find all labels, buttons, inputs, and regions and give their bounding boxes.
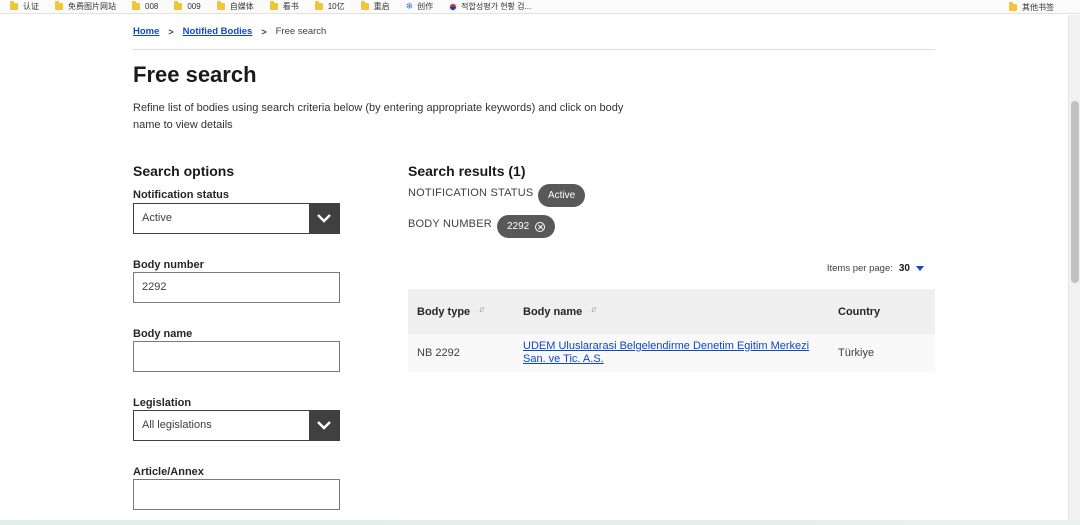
page-scrollbar[interactable] <box>1068 15 1080 520</box>
bookmark-item[interactable]: 重启 <box>360 1 390 12</box>
filter-chip-body-number[interactable]: 2292 <box>497 215 556 238</box>
chevron-right-icon: > <box>261 26 267 37</box>
column-header-body-type[interactable]: Body type <box>408 289 514 334</box>
legislation-select[interactable]: All legislations <box>133 410 340 441</box>
folder-icon <box>55 1 63 10</box>
bookmark-item[interactable]: 008 <box>132 1 158 11</box>
filter-label-body-number: BODY NUMBER <box>408 218 492 230</box>
results-table: Body type Body name Country NB 2292 UDEM… <box>408 289 935 372</box>
folder-icon <box>216 1 225 10</box>
search-results-title: Search results (1) <box>408 163 526 179</box>
folder-icon <box>132 1 140 10</box>
bookmark-item[interactable]: 009 <box>174 1 201 11</box>
divider <box>133 49 935 50</box>
chevron-right-icon: > <box>168 26 174 37</box>
caret-down-icon[interactable] <box>916 266 924 271</box>
breadcrumb-current: Free search <box>275 26 327 37</box>
legislation-label: Legislation <box>133 397 192 409</box>
items-per-page: Items per page: 30 <box>827 263 924 274</box>
bookmark-item[interactable]: 认证 <box>10 1 39 12</box>
folder-icon <box>174 1 183 10</box>
filter-chip-notification-status[interactable]: Active <box>538 184 586 207</box>
folder-icon <box>269 1 278 10</box>
folder-icon <box>1009 1 1017 11</box>
body-name-label: Body name <box>133 328 193 340</box>
page-intro: Refine list of bodies using search crite… <box>133 102 624 131</box>
scrollbar-thumb[interactable] <box>1071 101 1079 283</box>
sort-icon[interactable] <box>478 304 490 316</box>
folder-icon <box>360 1 369 10</box>
window-bottom-edge <box>0 520 1080 525</box>
bookmark-item[interactable]: 看书 <box>269 1 299 12</box>
sort-icon[interactable] <box>590 304 602 316</box>
bookmark-item[interactable]: 自媒体 <box>216 1 254 12</box>
bookmarks-bar: 认证 免费图片网站 008 009 自媒体 看书 10亿 重启 ❄ 创作 적합성평… <box>0 0 1080 14</box>
body-number-input[interactable]: 2292 <box>133 272 340 303</box>
filter-label-notification-status: NOTIFICATION STATUS <box>408 187 534 199</box>
chevron-down-icon[interactable] <box>309 204 339 233</box>
notification-status-value: Active <box>142 212 172 224</box>
notification-status-label: Notification status <box>133 189 229 201</box>
bookmark-item[interactable]: 10亿 <box>314 1 345 12</box>
column-header-country: Country <box>829 289 935 334</box>
body-number-value: 2292 <box>142 281 167 293</box>
cell-country: Türkiye <box>829 334 935 372</box>
column-header-body-name[interactable]: Body name <box>514 289 829 334</box>
body-name-link[interactable]: UDEM Uluslararasi Belgelendirme Denetim … <box>523 340 809 366</box>
article-annex-label: Article/Annex <box>133 466 204 478</box>
article-annex-input[interactable] <box>133 479 340 510</box>
notification-status-select[interactable]: Active <box>133 203 340 234</box>
breadcrumb: Home > Notified Bodies > Free search <box>133 26 326 37</box>
items-per-page-value[interactable]: 30 <box>899 263 910 274</box>
table-row: NB 2292 UDEM Uluslararasi Belgelendirme … <box>408 334 935 372</box>
breadcrumb-notified-bodies-link[interactable]: Notified Bodies <box>183 26 253 37</box>
bookmark-item[interactable]: ❄ 创作 <box>406 1 434 12</box>
bookmark-item[interactable]: 적합성평가 현황 검... <box>449 1 531 12</box>
other-bookmarks[interactable]: 其他书签 <box>1009 0 1054 13</box>
table-header-row: Body type Body name Country <box>408 289 935 334</box>
bookmark-item[interactable]: 免费图片网站 <box>55 1 116 12</box>
snowflake-icon: ❄ <box>405 1 414 11</box>
folder-icon <box>10 1 18 10</box>
body-name-input[interactable] <box>133 341 340 372</box>
folder-icon <box>314 1 323 10</box>
search-options-title: Search options <box>133 163 235 179</box>
filter-chip-value: 2292 <box>507 221 530 232</box>
legislation-value: All legislations <box>142 419 212 431</box>
page-title: Free search <box>133 62 257 87</box>
cell-body-type: NB 2292 <box>408 334 514 372</box>
cell-body-name: UDEM Uluslararasi Belgelendirme Denetim … <box>514 334 829 372</box>
body-number-label: Body number <box>133 259 204 271</box>
chevron-down-icon[interactable] <box>309 411 339 440</box>
filter-chip-value: Active <box>548 190 576 201</box>
remove-filter-icon[interactable] <box>535 221 546 232</box>
items-per-page-label: Items per page: <box>826 263 893 274</box>
korea-flag-icon <box>449 2 458 11</box>
breadcrumb-home-link[interactable]: Home <box>133 26 159 37</box>
